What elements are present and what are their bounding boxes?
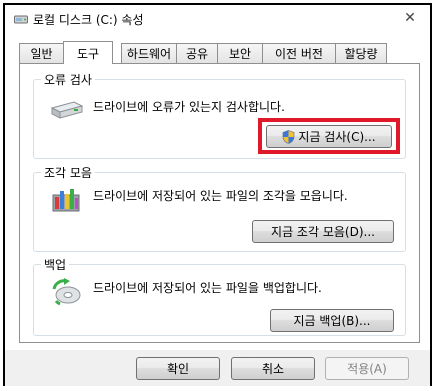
backup-group: 백업 드라이브에 저장되어 있는 파일을 백업합니다. 지금 백업(B)... (33, 256, 406, 336)
apply-label: 적용(A) (347, 362, 387, 376)
defrag-now-button[interactable]: 지금 조각 모음(D)... (252, 220, 394, 243)
backup-icon (52, 278, 81, 306)
tab-sharing[interactable]: 공유 (176, 43, 218, 63)
tab-tools[interactable]: 도구 (63, 41, 113, 64)
defrag-title: 조각 모음 (41, 164, 95, 181)
tab-general[interactable]: 일반 (19, 43, 64, 63)
tools-panel: 오류 검사 드라이브에 오류가 있는지 검사합니다. 지금 검사(C)... 조… (19, 63, 420, 343)
backup-now-button[interactable]: 지금 백업(B)... (270, 309, 394, 332)
backup-title: 백업 (41, 256, 70, 273)
red-highlight-box (258, 118, 400, 154)
error-check-title: 오류 검사 (41, 71, 95, 88)
close-icon: ✕ (404, 10, 416, 26)
ok-label: 확인 (166, 362, 190, 376)
defrag-description: 드라이브에 저장되어 있는 파일의 조각을 모읍니다. (93, 189, 348, 203)
tab-strip: 일반 도구 하드웨어 공유 보안 이전 버전 할당량 (19, 41, 419, 64)
cancel-button[interactable]: 취소 (231, 357, 315, 380)
defrag-group: 조각 모음 드라이브에 저장되어 있는 파일의 조각을 모읍니다. 지금 조각 … (33, 164, 406, 252)
backup-now-label: 지금 백업(B)... (293, 314, 371, 328)
tab-security[interactable]: 보안 (217, 43, 263, 63)
properties-dialog: 로컬 디스크 (C:) 속성 ✕ 일반 도구 하드웨어 공유 보안 이전 버전 … (3, 3, 432, 386)
defrag-now-label: 지금 조각 모음(D)... (271, 225, 375, 239)
window-title: 로컬 디스크 (C:) 속성 (33, 13, 144, 27)
backup-description: 드라이브에 저장되어 있는 파일을 백업합니다. (93, 281, 322, 295)
ok-button[interactable]: 확인 (136, 357, 220, 380)
close-button[interactable]: ✕ (399, 9, 421, 27)
error-check-description: 드라이브에 오류가 있는지 검사합니다. (93, 100, 285, 114)
title-bar: 로컬 디스크 (C:) 속성 ✕ (5, 5, 430, 33)
hard-drive-icon (50, 101, 84, 119)
tab-quota[interactable]: 할당량 (335, 43, 387, 63)
drive-title-icon (14, 15, 28, 24)
defrag-icon (52, 189, 80, 212)
apply-button[interactable]: 적용(A) (325, 357, 409, 380)
tab-previous-versions[interactable]: 이전 버전 (262, 43, 336, 63)
error-check-group: 오류 검사 드라이브에 오류가 있는지 검사합니다. 지금 검사(C)... (33, 71, 406, 159)
tab-hardware[interactable]: 하드웨어 (121, 43, 177, 63)
cancel-label: 취소 (261, 362, 285, 376)
